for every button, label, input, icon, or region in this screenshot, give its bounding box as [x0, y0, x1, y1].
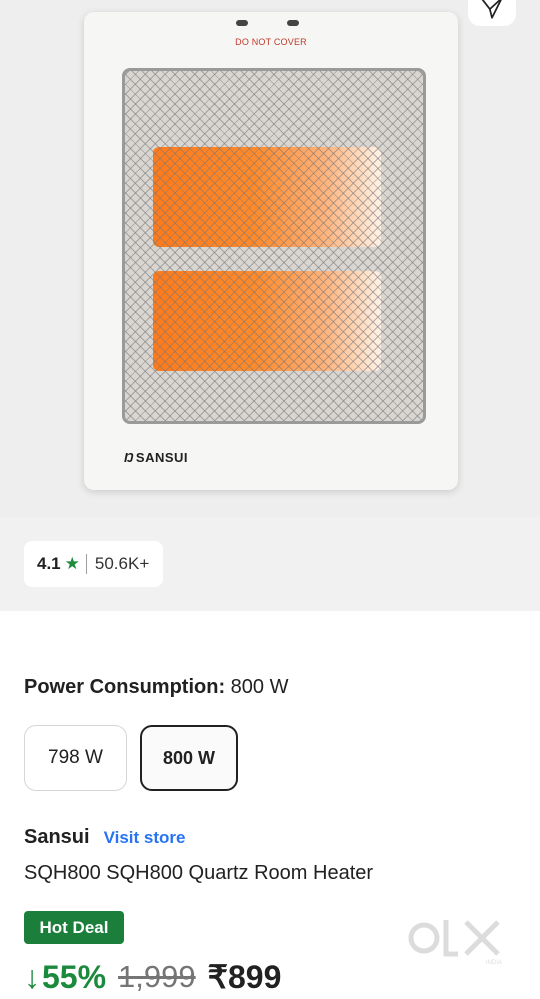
seller-name: Sansui — [24, 826, 90, 848]
rating-value: 4.1 — [37, 554, 61, 573]
brand-logo-text: SANSUI — [135, 450, 189, 465]
variant-798w[interactable]: 798 W — [24, 725, 127, 791]
seller-row: Sansui Visit store — [24, 826, 185, 849]
rating-count: 50.6K+ — [94, 554, 150, 573]
grill-mesh — [125, 71, 423, 421]
star-icon: ★ — [64, 554, 80, 573]
variant-800w[interactable]: 800 W — [140, 725, 238, 791]
discount-percent: 55% — [42, 958, 107, 995]
heater-grill — [122, 68, 426, 424]
do-not-cover-label: DO NOT COVER — [235, 37, 307, 47]
brand-mark: Ŋ — [124, 450, 134, 465]
divider — [85, 554, 87, 574]
hot-deal-badge: Hot Deal — [24, 911, 124, 944]
share-button[interactable] — [468, 0, 516, 26]
product-image[interactable]: DO NOT COVER Ŋ SANSUI — [0, 0, 540, 517]
sansui-logo: Ŋ SANSUI — [124, 450, 188, 465]
power-consumption: Power Consumption: 800 W — [24, 676, 288, 699]
power-label: Power Consumption: — [24, 676, 226, 698]
heater-photo: DO NOT COVER Ŋ SANSUI — [84, 12, 458, 490]
heater-knob — [287, 20, 299, 26]
down-arrow-icon: ↓ — [24, 958, 40, 995]
price-row: ↓ 55% 1,999 ₹899 — [24, 958, 281, 996]
original-price: 1,999 — [118, 959, 196, 994]
rating-badge[interactable]: 4.1 ★ 50.6K+ — [24, 541, 164, 587]
product-title: SQH800 SQH800 Quartz Room Heater — [24, 862, 374, 884]
rating-strip: 4.1 ★ 50.6K+ — [0, 517, 540, 611]
visit-store-link[interactable]: Visit store — [104, 828, 186, 848]
heater-knob — [236, 20, 248, 26]
olx-watermark: INDIA — [408, 920, 502, 966]
selling-price: ₹899 — [207, 959, 282, 995]
send-icon — [481, 0, 502, 19]
watermark-region: INDIA — [486, 960, 502, 966]
power-value: 800 W — [230, 676, 289, 698]
